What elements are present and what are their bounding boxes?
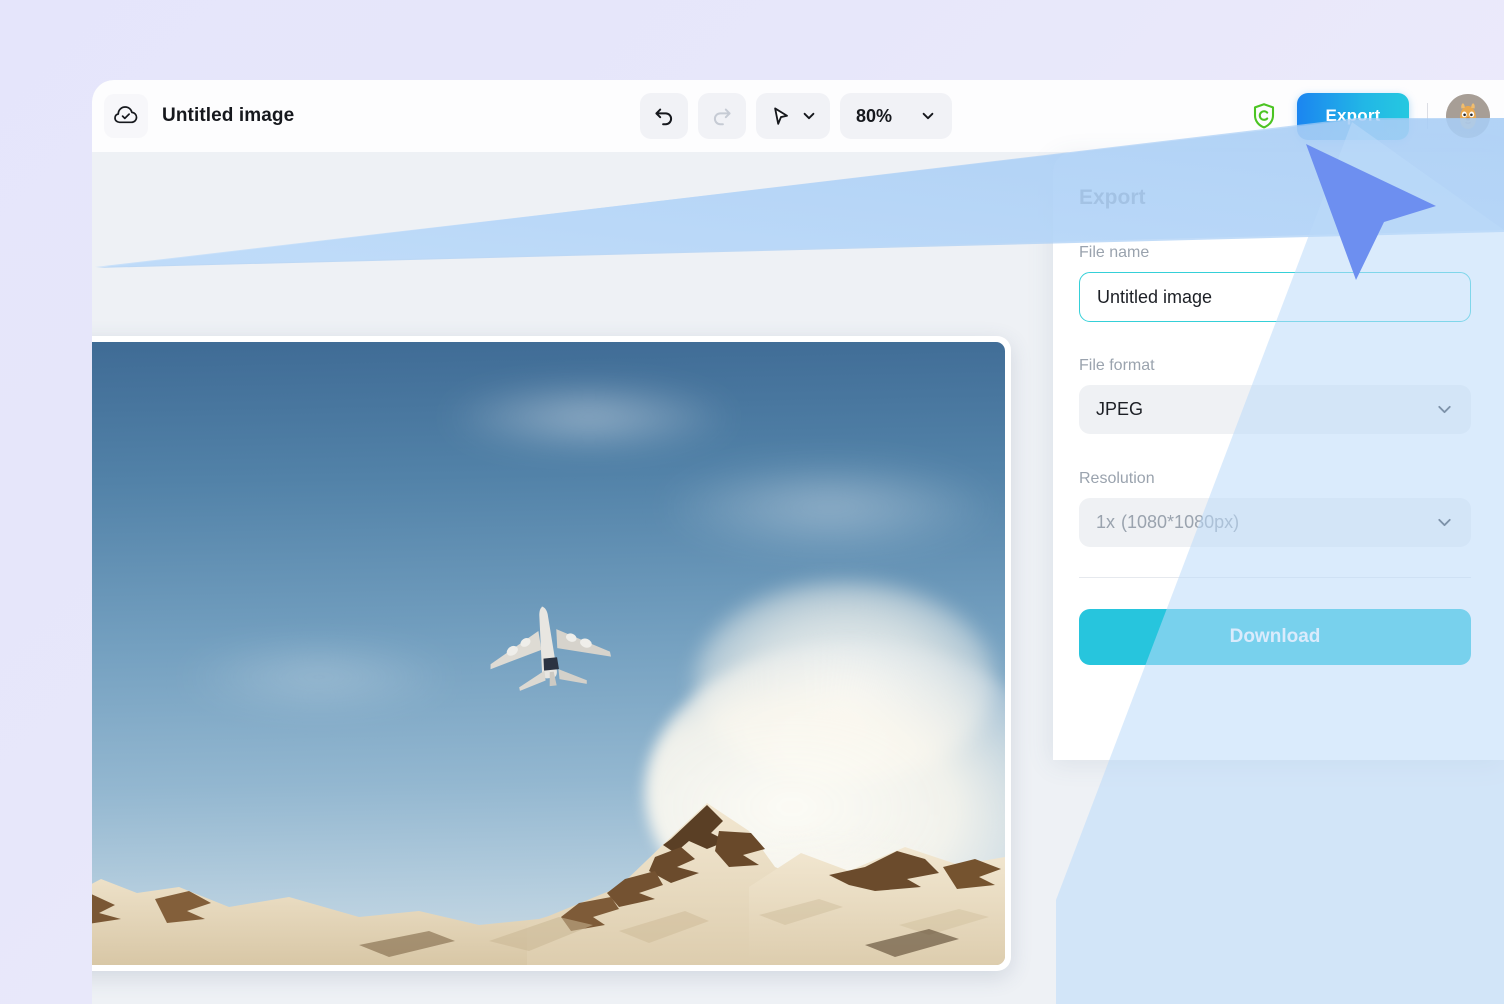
user-avatar[interactable]: [1446, 94, 1490, 138]
chevron-down-icon: [920, 108, 936, 124]
resolution-pixels: (1080*1080px): [1121, 512, 1239, 532]
download-button[interactable]: Download: [1079, 609, 1471, 665]
mountain-range-graphic: [92, 775, 1005, 965]
file-format-select[interactable]: JPEG: [1079, 385, 1471, 434]
document-title: Untitled image: [162, 105, 294, 127]
cloud-check-icon[interactable]: [104, 94, 148, 138]
green-shield-c-icon[interactable]: [1251, 102, 1277, 130]
chevron-down-icon: [1435, 400, 1454, 419]
cloud-wisp: [659, 462, 999, 552]
app-window: Untitled image: [92, 80, 1504, 1004]
resolution-select[interactable]: 1x (1080*1080px): [1079, 498, 1471, 547]
cloud-wisp: [179, 642, 459, 712]
canvas-area[interactable]: Export File name File format JPEG Resolu…: [92, 152, 1504, 1004]
file-name-input[interactable]: [1079, 272, 1471, 322]
zoom-level-button[interactable]: 80%: [840, 93, 952, 139]
file-format-label: File format: [1079, 357, 1155, 375]
file-format-value: JPEG: [1096, 399, 1143, 420]
export-panel: Export File name File format JPEG Resolu…: [1053, 152, 1504, 760]
resolution-label: Resolution: [1079, 470, 1155, 488]
panel-divider: [1079, 577, 1471, 578]
top-toolbar: Untitled image: [92, 80, 1504, 152]
chevron-down-icon: [801, 108, 817, 124]
redo-arrow-icon: [710, 104, 734, 128]
select-tool-button[interactable]: [756, 93, 830, 139]
undo-button[interactable]: [640, 93, 688, 139]
cloud-wisp: [439, 382, 739, 452]
toolbar-divider: [1427, 103, 1428, 129]
undo-arrow-icon: [652, 104, 676, 128]
toolbar-tools: 80%: [640, 93, 952, 139]
export-panel-heading: Export: [1079, 186, 1146, 210]
file-name-label: File name: [1079, 244, 1149, 262]
image-canvas-frame[interactable]: [92, 336, 1011, 971]
redo-button[interactable]: [698, 93, 746, 139]
zoom-level-value: 80%: [856, 106, 892, 127]
resolution-multiplier: 1x: [1096, 512, 1115, 532]
resolution-value: 1x (1080*1080px): [1096, 512, 1239, 533]
airplane-graphic: [479, 600, 619, 692]
export-button[interactable]: Export: [1297, 93, 1409, 140]
toolbar-right-group: Export: [1251, 93, 1490, 140]
photo-artboard[interactable]: [92, 342, 1005, 965]
chevron-down-icon: [1435, 513, 1454, 532]
cursor-pointer-icon: [769, 105, 792, 128]
